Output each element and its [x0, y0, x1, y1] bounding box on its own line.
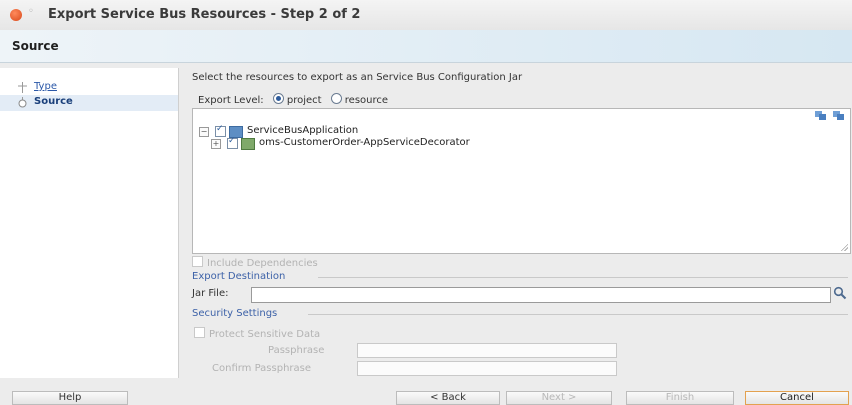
minimize-icon[interactable]: ◦: [28, 6, 34, 17]
radio-resource[interactable]: [330, 93, 342, 104]
help-button[interactable]: Help: [12, 391, 128, 405]
expand-icon[interactable]: +: [211, 139, 221, 149]
include-dependencies-label: Include Dependencies: [207, 258, 318, 269]
resize-grip[interactable]: [840, 243, 848, 251]
collapse-icon[interactable]: −: [199, 127, 209, 137]
export-destination-title: Export Destination: [192, 271, 286, 282]
nav-item-label: Type: [34, 81, 57, 92]
nav-item-label: Source: [34, 96, 73, 107]
back-button[interactable]: < Back: [396, 391, 500, 405]
export-level-row: Export Level: project resource: [198, 93, 388, 106]
confirm-passphrase-label: Confirm Passphrase: [212, 363, 312, 374]
protect-sensitive-data-checkbox[interactable]: [194, 327, 205, 338]
step-icon: [18, 97, 27, 108]
include-dependencies[interactable]: Include Dependencies: [192, 256, 318, 269]
include-dependencies-checkbox[interactable]: [192, 256, 203, 267]
step-header: Source: [0, 30, 852, 63]
cancel-button[interactable]: Cancel: [745, 391, 849, 405]
jar-file-input[interactable]: [251, 287, 831, 303]
next-button[interactable]: Next >: [506, 391, 612, 405]
collapse-all-icon[interactable]: [833, 111, 845, 121]
tree-checkbox[interactable]: [227, 136, 238, 149]
security-settings-title: Security Settings: [192, 308, 278, 319]
instruction-text: Select the resources to export as an Ser…: [192, 72, 523, 83]
title-bar: ◦ Export Service Bus Resources - Step 2 …: [0, 0, 852, 30]
window-title: Export Service Bus Resources - Step 2 of…: [48, 7, 361, 22]
section-divider: [308, 314, 848, 315]
page-title: Source: [12, 39, 59, 53]
tree-checkbox[interactable]: [215, 124, 226, 137]
jar-file-label: Jar File:: [192, 288, 229, 299]
service-icon: [241, 138, 255, 150]
section-divider: [318, 277, 848, 278]
confirm-passphrase-input[interactable]: [357, 361, 617, 376]
nav-item-source[interactable]: Source: [0, 95, 178, 111]
protect-sensitive-data[interactable]: Protect Sensitive Data: [194, 327, 320, 340]
radio-project-label: project: [286, 95, 322, 106]
protect-sensitive-data-label: Protect Sensitive Data: [209, 329, 321, 340]
tree-row[interactable]: + oms-CustomerOrder-AppServiceDecorator: [211, 136, 731, 150]
step-icon: [18, 82, 27, 93]
radio-resource-label: resource: [344, 95, 389, 106]
passphrase-input[interactable]: [357, 343, 617, 358]
close-icon[interactable]: [10, 9, 22, 21]
finish-button[interactable]: Finish: [626, 391, 734, 405]
resource-tree[interactable]: − ServiceBusApplication + oms-CustomerOr…: [192, 108, 851, 254]
radio-project[interactable]: [272, 93, 284, 104]
nav-item-type[interactable]: Type: [0, 80, 178, 96]
expand-all-icon[interactable]: [815, 111, 827, 121]
search-icon[interactable]: [833, 286, 847, 300]
passphrase-label: Passphrase: [268, 345, 325, 356]
export-level-label: Export Level:: [198, 95, 264, 106]
tree-label: ServiceBusApplication: [247, 125, 359, 136]
wizard-nav: Type Source: [0, 68, 179, 378]
tree-label: oms-CustomerOrder-AppServiceDecorator: [259, 137, 470, 148]
